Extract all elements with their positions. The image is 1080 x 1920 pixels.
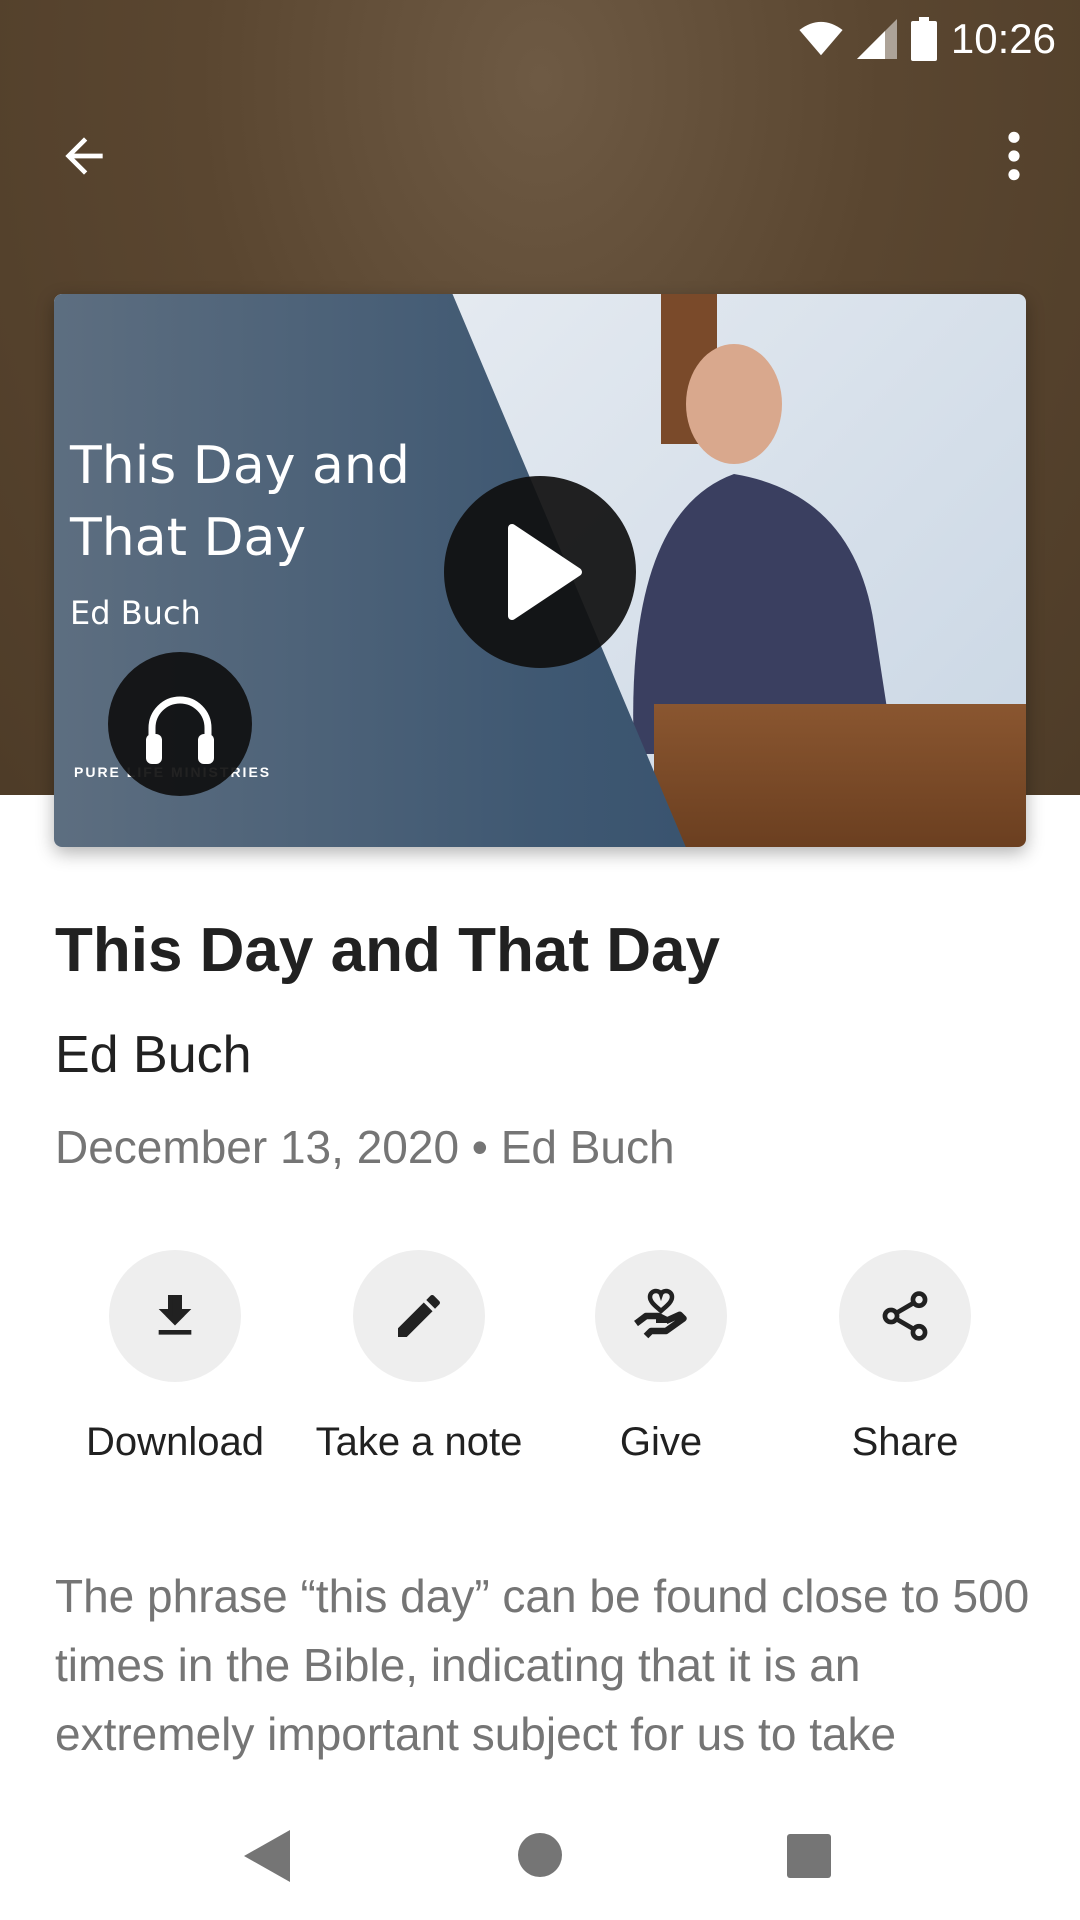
speaker-image bbox=[633, 344, 894, 754]
triangle-back-icon bbox=[244, 1830, 290, 1882]
play-icon bbox=[508, 524, 582, 620]
clock: 10:26 bbox=[950, 15, 1056, 62]
download-button[interactable]: Download bbox=[55, 1250, 295, 1465]
status-bar: 10:26 bbox=[799, 14, 1056, 64]
action-label: Take a note bbox=[315, 1420, 523, 1464]
share-icon bbox=[882, 1291, 928, 1341]
more-vert-icon[interactable] bbox=[996, 128, 1032, 184]
thumbnail-title-line: That Day bbox=[70, 508, 307, 568]
signal-icon bbox=[856, 19, 897, 59]
share-button[interactable]: Share bbox=[785, 1250, 1025, 1465]
circle-home-icon bbox=[518, 1833, 562, 1877]
give-button[interactable]: Give bbox=[541, 1250, 781, 1465]
action-label: Share bbox=[851, 1420, 959, 1464]
system-nav-bar bbox=[0, 1780, 1080, 1920]
page-title: This Day and That Day bbox=[55, 916, 720, 985]
give-heart-hand-icon bbox=[634, 1288, 687, 1339]
podium-image bbox=[654, 704, 1026, 847]
thumbnail-speaker: Ed Buch bbox=[70, 594, 201, 632]
pencil-icon bbox=[398, 1294, 440, 1337]
audio-button[interactable] bbox=[108, 652, 252, 796]
wifi-icon bbox=[799, 21, 843, 56]
play-button[interactable] bbox=[444, 476, 636, 668]
square-recents-icon bbox=[787, 1834, 831, 1878]
headphones-icon bbox=[146, 696, 214, 764]
nav-back-button[interactable] bbox=[244, 1830, 290, 1887]
sermon-author: Ed Buch bbox=[55, 1026, 252, 1084]
nav-home-button[interactable] bbox=[518, 1833, 562, 1882]
download-icon bbox=[158, 1295, 192, 1335]
action-label: Download bbox=[86, 1420, 264, 1464]
thumbnail-title-line: This Day and bbox=[70, 436, 410, 496]
battery-icon bbox=[910, 17, 937, 61]
action-label: Give bbox=[619, 1420, 703, 1464]
take-note-button[interactable]: Take a note bbox=[299, 1250, 539, 1465]
sermon-description: The phrase “this day” can be found close… bbox=[55, 1570, 1030, 1760]
thumbnail-title: This Day and That Day bbox=[70, 430, 410, 574]
arrow-left-icon[interactable] bbox=[56, 128, 112, 184]
nav-recents-button[interactable] bbox=[787, 1834, 831, 1883]
sermon-thumbnail[interactable]: This Day andThat Day Ed Buch PURE LIFE M… bbox=[54, 294, 1026, 847]
sermon-meta: December 13, 2020 • Ed Buch bbox=[55, 1121, 675, 1173]
